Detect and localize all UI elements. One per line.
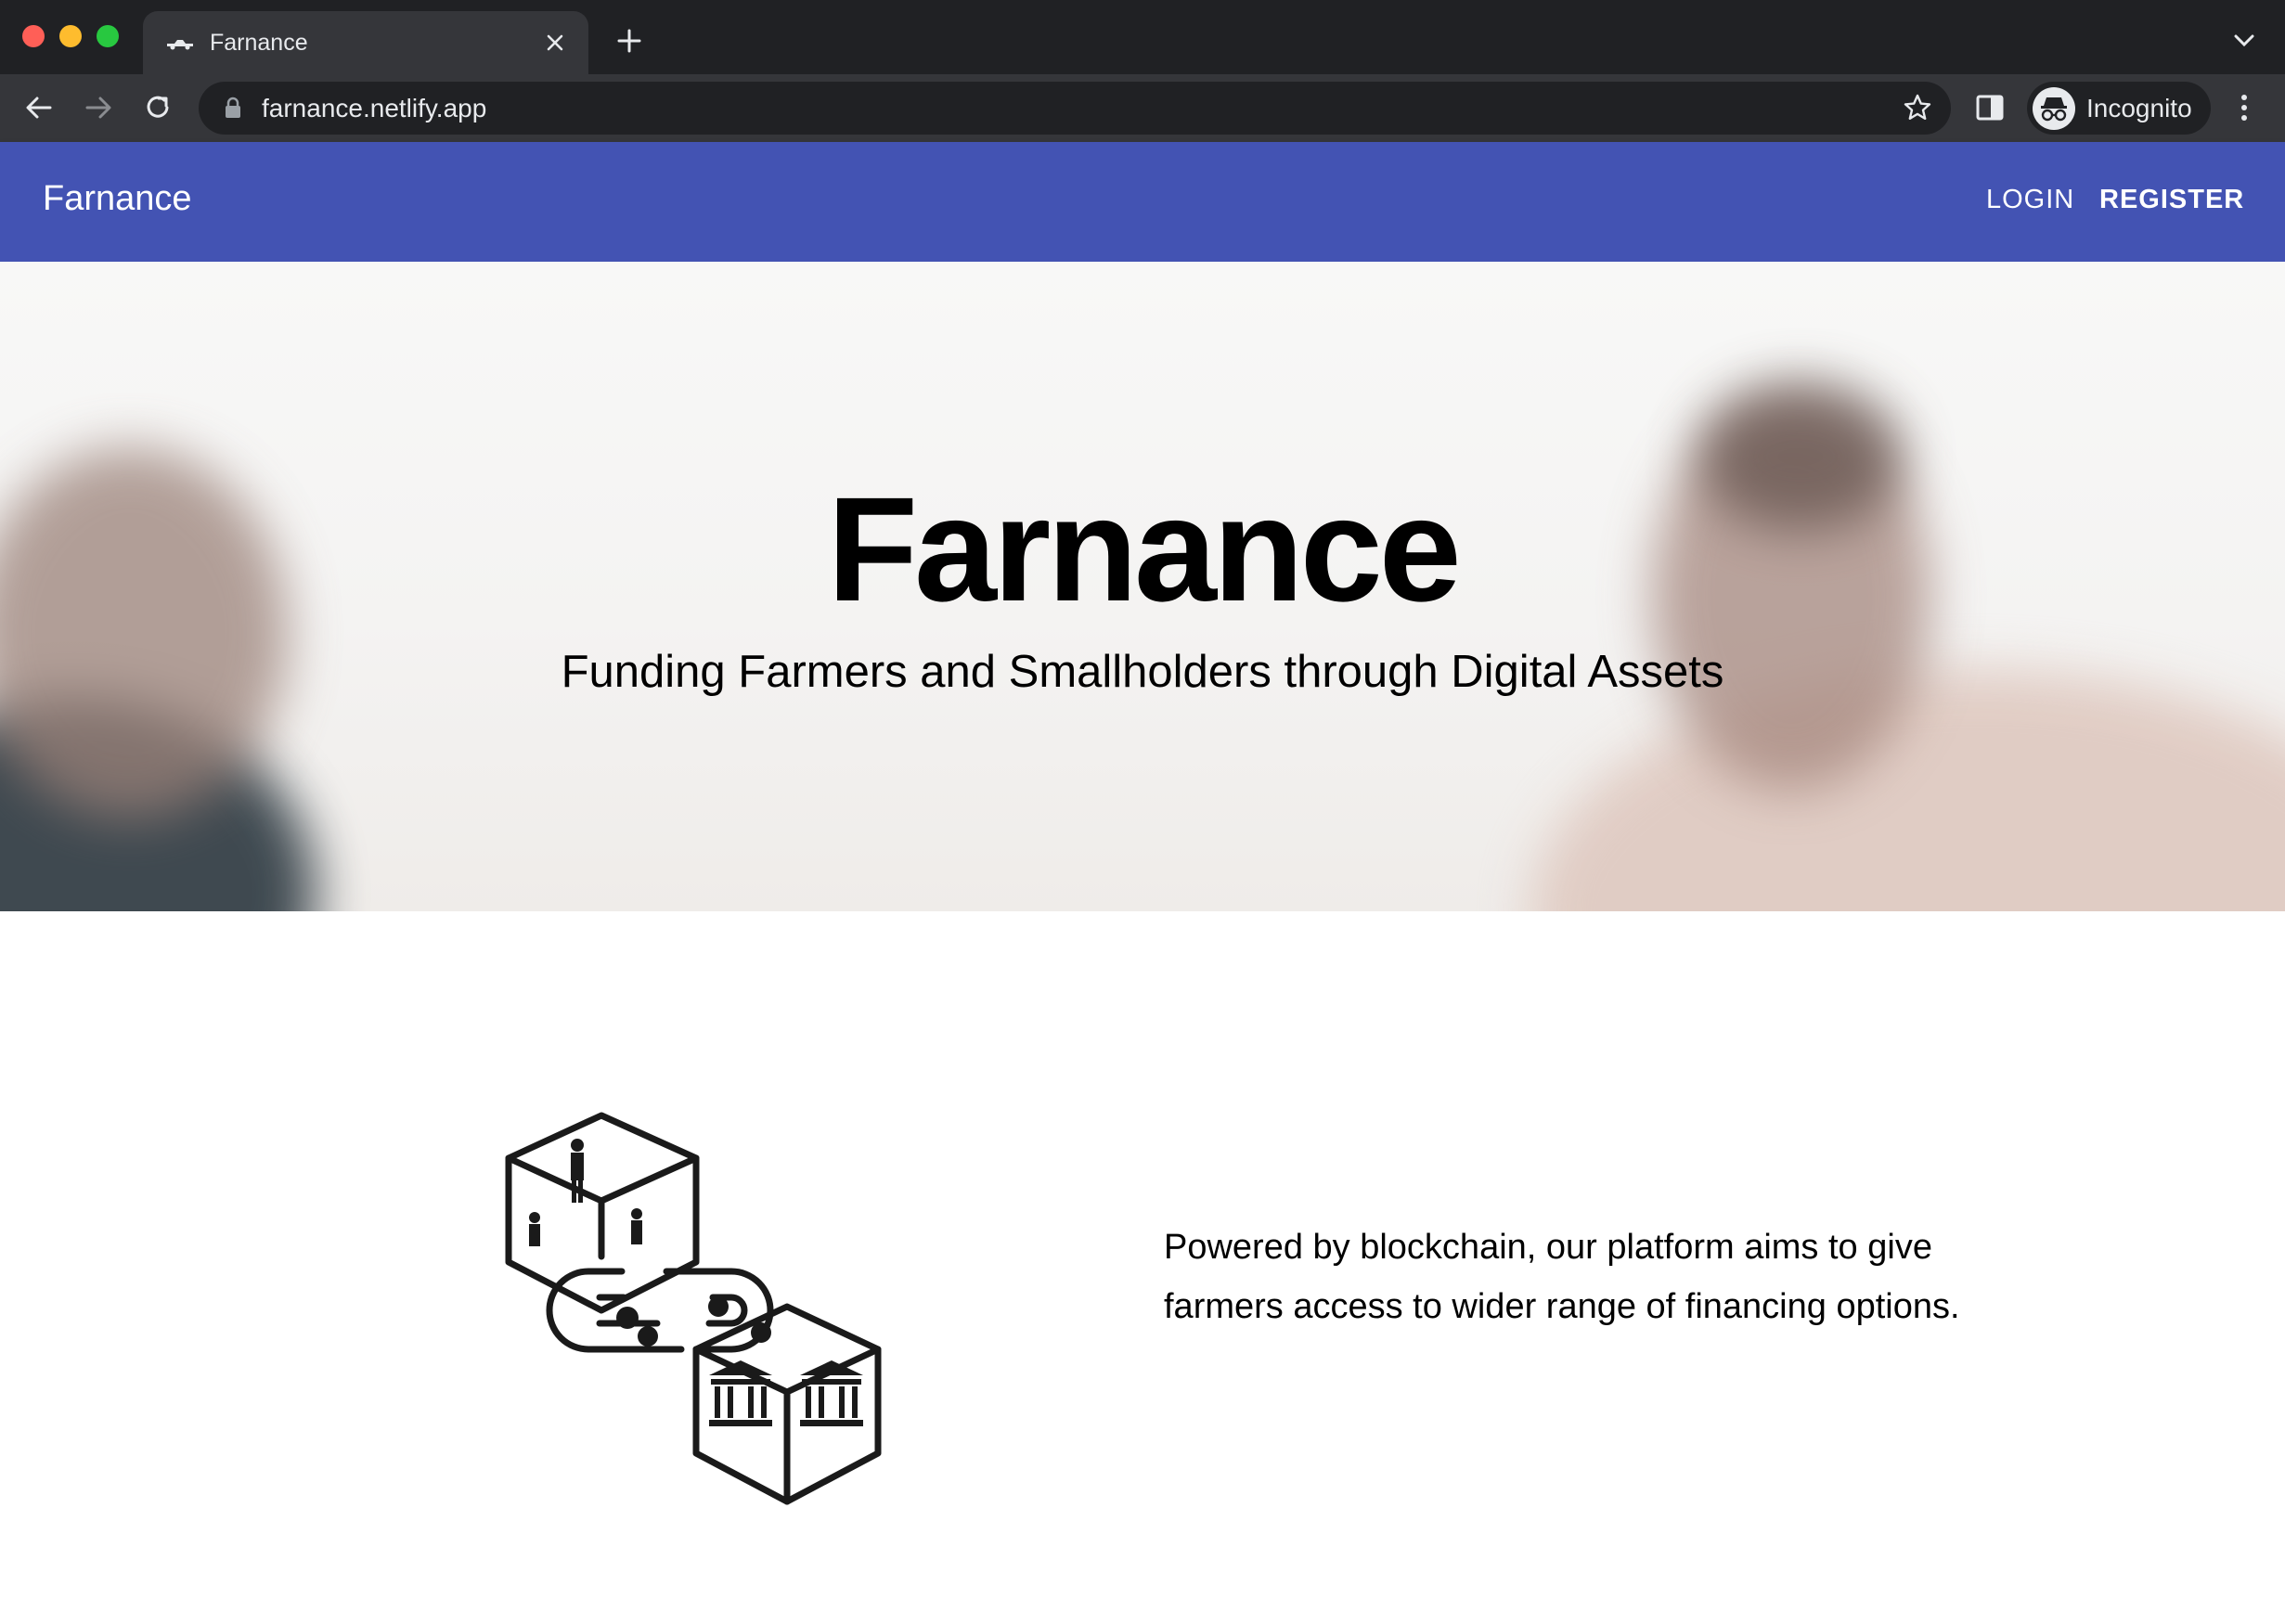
browser-tab[interactable]: Farnance — [143, 11, 588, 74]
close-tab-icon[interactable] — [544, 32, 566, 54]
url-text[interactable]: farnance.netlify.app — [262, 94, 486, 123]
new-tab-icon[interactable] — [616, 28, 642, 54]
maximize-window-button[interactable] — [97, 25, 119, 47]
lock-icon[interactable] — [223, 97, 243, 119]
tab-title: Farnance — [210, 30, 308, 56]
reload-icon[interactable] — [141, 91, 174, 124]
minimize-window-button[interactable] — [59, 25, 82, 47]
incognito-profile-button[interactable]: Incognito — [2027, 82, 2211, 135]
hero-subtitle: Funding Farmers and Smallholders through… — [561, 647, 1724, 697]
feature-description: Powered by blockchain, our platform aims… — [1164, 1228, 1960, 1326]
hero-background-photo-right-body — [1531, 670, 2285, 911]
address-bar[interactable]: farnance.netlify.app — [199, 82, 1951, 135]
site-brand-link[interactable]: Farnance — [43, 179, 192, 219]
close-window-button[interactable] — [22, 25, 45, 47]
site-header: Farnance LOGIN REGISTER — [0, 142, 2285, 262]
incognito-label: Incognito — [2086, 94, 2192, 122]
blockchain-farming-illustration — [505, 1112, 882, 1505]
register-button[interactable]: REGISTER — [2099, 185, 2244, 215]
browser-tab-strip: Farnance — [0, 0, 2285, 74]
hero-section: Farnance Funding Farmers and Smallholder… — [0, 262, 2285, 911]
bookmark-star-icon[interactable] — [1903, 93, 1932, 122]
hero-title: Farnance — [827, 466, 1461, 632]
back-arrow-icon[interactable] — [22, 91, 56, 124]
tab-search-chevron-icon[interactable] — [2231, 32, 2257, 50]
browser-toolbar: farnance.netlify.app Incognito — [0, 74, 2285, 142]
forward-arrow-icon[interactable] — [82, 91, 115, 124]
browser-menu-icon[interactable] — [2233, 91, 2255, 124]
incognito-icon — [2033, 87, 2075, 130]
side-panel-icon[interactable] — [1975, 93, 2005, 122]
login-button[interactable]: LOGIN — [1986, 185, 2074, 215]
pickup-truck-icon — [167, 40, 193, 50]
